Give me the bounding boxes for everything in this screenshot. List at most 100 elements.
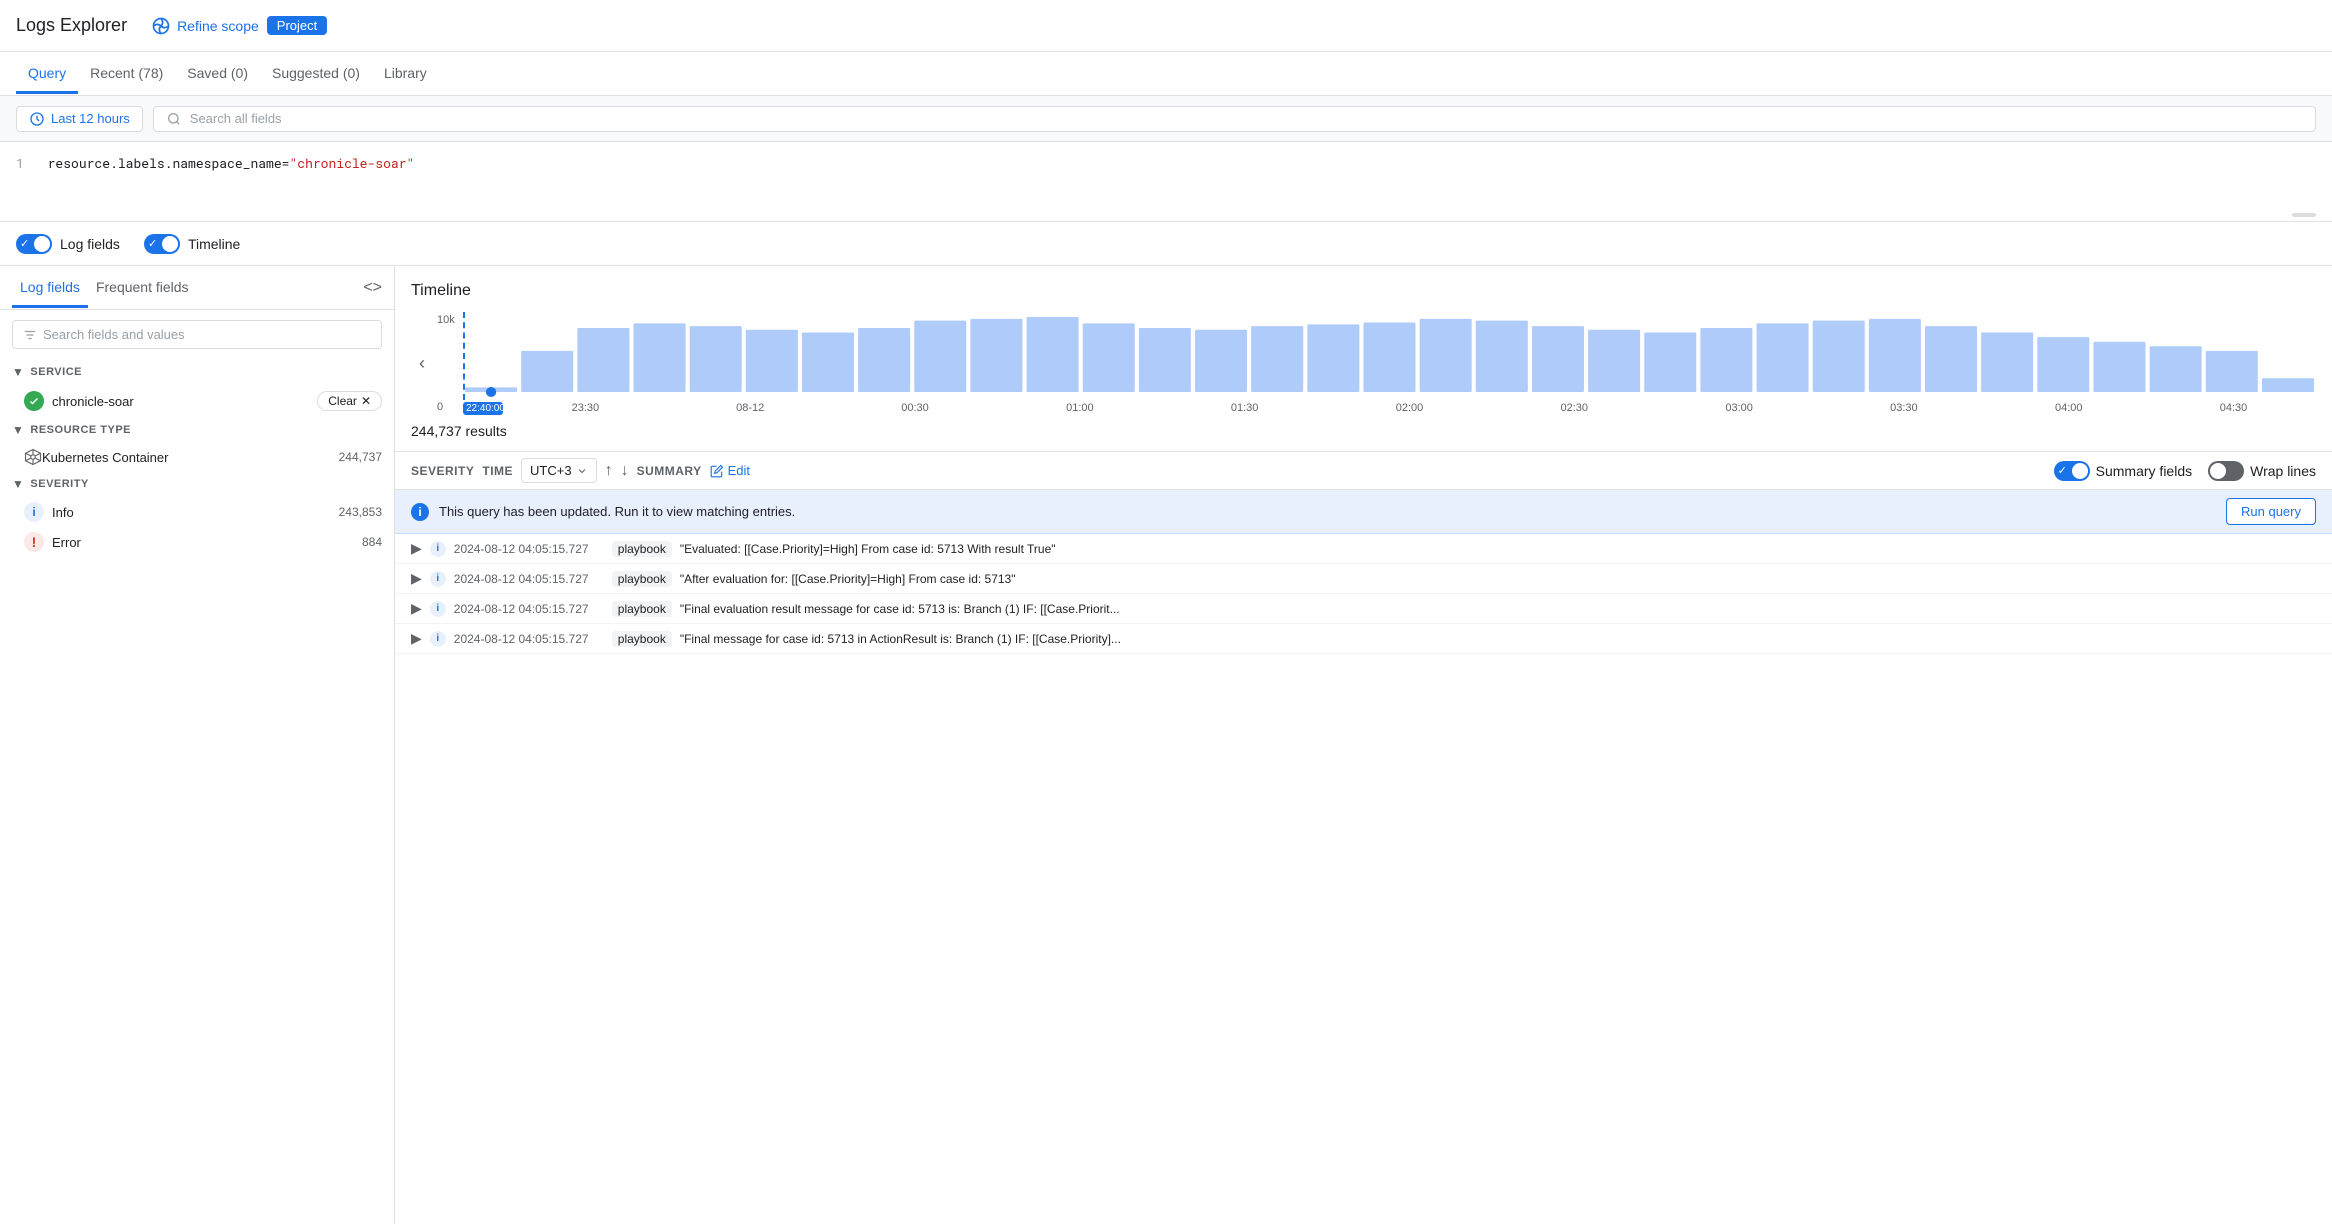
search-fields-placeholder: Search fields and values: [43, 327, 185, 342]
time-col-label: TIME: [482, 464, 513, 478]
expand-arrow[interactable]: ▶: [411, 540, 422, 557]
filter-icon: [23, 328, 37, 342]
log-fields-label: Log fields: [60, 236, 120, 252]
run-query-button[interactable]: Run query: [2226, 498, 2316, 525]
log-tag: playbook: [612, 601, 672, 617]
tab-suggested[interactable]: Suggested (0): [260, 55, 372, 94]
time-range-button[interactable]: Last 12 hours: [16, 106, 143, 132]
close-icon: ✕: [361, 394, 371, 408]
severity-info-badge: i: [430, 601, 446, 617]
panel-tab-log-fields[interactable]: Log fields: [12, 269, 88, 308]
clear-label: Clear: [328, 394, 357, 408]
log-row: ▶ i 2024-08-12 04:05:15.727 playbook "Af…: [395, 564, 2332, 594]
refine-scope-label: Refine scope: [177, 18, 259, 34]
log-timestamp: 2024-08-12 04:05:15.727: [454, 632, 604, 646]
wrap-lines-label: Wrap lines: [2250, 463, 2316, 479]
edit-icon: [710, 464, 724, 478]
wrap-toggle-switch[interactable]: [2208, 461, 2244, 481]
severity-info-badge: i: [430, 571, 446, 587]
project-badge[interactable]: Project: [267, 16, 327, 35]
x-label-0812: 08-12: [668, 402, 833, 415]
tab-saved[interactable]: Saved (0): [175, 55, 260, 94]
log-timestamp: 2024-08-12 04:05:15.727: [454, 542, 604, 556]
log-timestamp: 2024-08-12 04:05:15.727: [454, 572, 604, 586]
tab-recent[interactable]: Recent (78): [78, 55, 175, 94]
search-all-fields-input[interactable]: Search all fields: [153, 106, 2316, 132]
sort-desc-button[interactable]: ↓: [621, 462, 629, 480]
resource-type-label: RESOURCE TYPE: [30, 424, 131, 436]
expand-arrow[interactable]: ▶: [411, 570, 422, 587]
x-label-0400: 04:00: [1986, 402, 2151, 415]
chart-prev-button[interactable]: ‹: [411, 353, 433, 374]
x-label-0300: 03:00: [1657, 402, 1822, 415]
info-label: Info: [52, 505, 339, 520]
log-row: ▶ i 2024-08-12 04:05:15.727 playbook "Fi…: [395, 624, 2332, 654]
severity-info: i Info 243,853: [0, 497, 394, 527]
search-placeholder: Search all fields: [190, 111, 282, 126]
log-tag: playbook: [612, 571, 672, 587]
left-panel-tabs: Log fields Frequent fields <>: [0, 266, 394, 310]
search-fields-input[interactable]: Search fields and values: [12, 320, 382, 349]
section-service[interactable]: ▼ SERVICE: [0, 359, 394, 385]
info-banner: i This query has been updated. Run it to…: [395, 490, 2332, 534]
severity-info-badge: i: [430, 631, 446, 647]
panel-tab-frequent-fields[interactable]: Frequent fields: [88, 269, 197, 308]
log-tag: playbook: [612, 541, 672, 557]
log-message: "Final evaluation result message for cas…: [680, 602, 1120, 616]
severity-label: SEVERITY: [30, 478, 88, 490]
right-panel: Timeline ‹ 10k 0 22:40:00 23:30 08-: [395, 266, 2332, 1224]
utc-dropdown[interactable]: UTC+3: [521, 458, 597, 483]
app-title: Logs Explorer: [16, 15, 127, 36]
section-severity[interactable]: ▼ SEVERITY: [0, 471, 394, 497]
code-string-value: "chronicle-soar": [289, 154, 414, 172]
x-label-0230: 02:30: [1492, 402, 1657, 415]
x-label-0430: 04:30: [2151, 402, 2316, 415]
tab-query[interactable]: Query: [16, 55, 78, 94]
resize-handle[interactable]: [2292, 213, 2316, 217]
x-label-0030: 00:30: [833, 402, 998, 415]
timeline-switch[interactable]: ✓: [144, 234, 180, 254]
log-row: ▶ i 2024-08-12 04:05:15.727 playbook "Fi…: [395, 594, 2332, 624]
severity-info-badge: i: [430, 541, 446, 557]
summary-fields-toggle[interactable]: ✓ Summary fields: [2054, 461, 2192, 481]
timeline-chart: [463, 312, 2316, 397]
x-label-highlight: 22:40:00: [463, 402, 503, 415]
left-panel: Log fields Frequent fields <> Search fie…: [0, 266, 395, 1224]
severity-col-label: SEVERITY: [411, 464, 474, 478]
timeline-title: Timeline: [411, 282, 2316, 300]
check-icon-2: ✓: [148, 237, 157, 250]
clear-button[interactable]: Clear ✕: [317, 391, 382, 411]
tabs-bar: Query Recent (78) Saved (0) Suggested (0…: [0, 52, 2332, 96]
expand-arrow[interactable]: ▶: [411, 630, 422, 647]
chart-y-zero: 0: [437, 401, 443, 413]
time-label: Last 12 hours: [51, 111, 130, 126]
summary-col-label: SUMMARY: [637, 464, 702, 478]
service-label: SERVICE: [30, 366, 82, 378]
expand-arrow[interactable]: ▶: [411, 600, 422, 617]
log-row: ▶ i 2024-08-12 04:05:15.727 playbook "Ev…: [395, 534, 2332, 564]
sort-asc-button[interactable]: ↑: [605, 462, 613, 480]
info-icon-letter: i: [32, 505, 35, 519]
x-label-0130: 01:30: [1162, 402, 1327, 415]
tab-library[interactable]: Library: [372, 55, 439, 94]
log-fields-toggle[interactable]: ✓ Log fields: [16, 234, 120, 254]
log-message: "After evaluation for: [[Case.Priority]=…: [680, 572, 1016, 586]
service-name: chronicle-soar: [52, 394, 309, 409]
log-fields-switch[interactable]: ✓: [16, 234, 52, 254]
summary-toggle-switch[interactable]: ✓: [2054, 461, 2090, 481]
code-editor[interactable]: 1 resource.labels.namespace_name="chroni…: [0, 142, 2332, 222]
log-tag: playbook: [612, 631, 672, 647]
error-label: Error: [52, 535, 362, 550]
chart-y-label: 10k: [437, 314, 455, 326]
check-icon: ✓: [20, 237, 29, 250]
info-message: This query has been updated. Run it to v…: [439, 504, 795, 519]
x-label-2330: 23:30: [503, 402, 668, 415]
timeline-toggle[interactable]: ✓ Timeline: [144, 234, 240, 254]
wrap-lines-toggle[interactable]: Wrap lines: [2208, 461, 2316, 481]
section-resource-type[interactable]: ▼ RESOURCE TYPE: [0, 417, 394, 443]
expand-collapse-button[interactable]: <>: [363, 279, 382, 297]
refine-scope-button[interactable]: Refine scope: [151, 16, 259, 36]
summary-check-icon: ✓: [2058, 464, 2067, 477]
log-message: "Evaluated: [[Case.Priority]=High] From …: [680, 542, 1056, 556]
edit-button[interactable]: Edit: [710, 463, 750, 478]
